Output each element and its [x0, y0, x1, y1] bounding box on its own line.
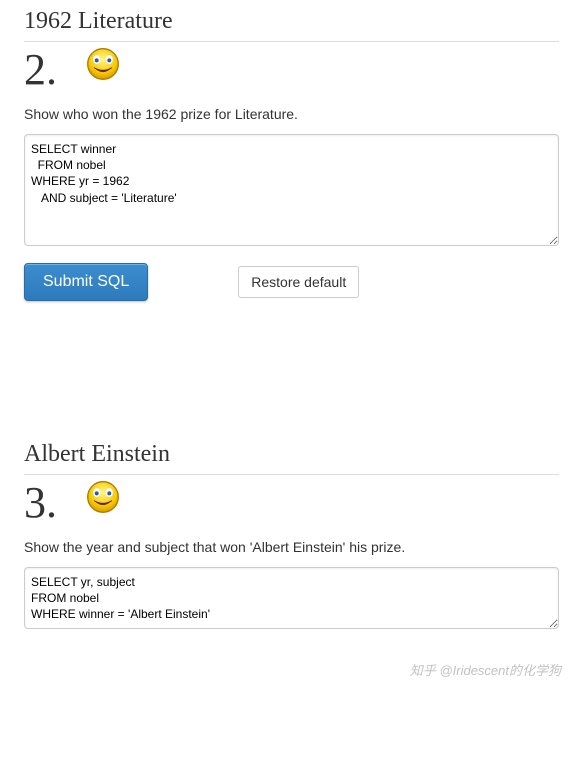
exercise-description: Show who won the 1962 prize for Literatu… — [24, 106, 559, 122]
restore-button[interactable]: Restore default — [238, 266, 359, 298]
number-row: 2. — [24, 48, 559, 92]
sql-input[interactable] — [24, 567, 559, 629]
button-row: Submit SQL Restore default — [24, 263, 559, 301]
exercise-title: Albert Einstein — [24, 441, 559, 475]
exercise-description: Show the year and subject that won 'Albe… — [24, 539, 559, 555]
smiley-icon — [85, 46, 121, 82]
exercise-block: 1962 Literature 2. Sho — [24, 8, 559, 301]
number-row: 3. — [24, 481, 559, 525]
sql-input[interactable] — [24, 134, 559, 246]
smiley-icon — [85, 479, 121, 515]
submit-button[interactable]: Submit SQL — [24, 263, 148, 301]
exercise-number: 3. — [24, 481, 57, 525]
exercise-block: Albert Einstein 3. Sho — [24, 441, 559, 634]
exercise-title: 1962 Literature — [24, 8, 559, 42]
watermark-text: 知乎 @Iridescent的化学狗 — [410, 660, 561, 679]
exercise-number: 2. — [24, 48, 57, 92]
